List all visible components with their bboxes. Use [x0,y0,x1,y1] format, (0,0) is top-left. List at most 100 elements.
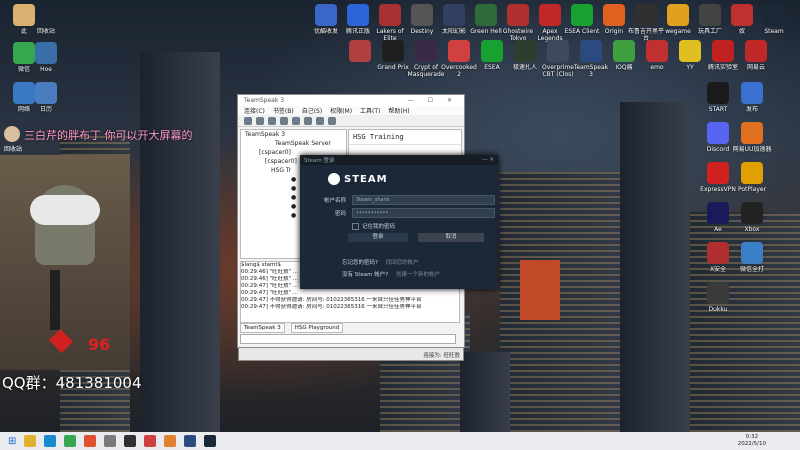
app-icon [707,282,729,304]
icon-label: 网易云 [746,64,765,71]
chat-username: 回收站 [4,146,23,153]
app-icon [507,4,529,26]
desktop-icon[interactable]: Hoe [26,42,66,80]
teamspeak-icon[interactable] [184,435,197,447]
dialog-title: Steam 登录 [304,158,335,164]
window-title-text: TeamSpeak 3 [244,97,285,104]
app-icon[interactable] [124,435,137,447]
desktop-icon[interactable]: 回收站 [26,4,66,42]
toolbar-button[interactable] [280,116,288,125]
connection-status: 连接为: 旺旺敖 [423,353,460,359]
menu-connect[interactable]: 连接(C) [244,106,265,115]
clock[interactable]: 0:32 2022/5/10 [738,434,766,448]
edge-icon[interactable] [44,435,57,447]
toolbar-button[interactable] [268,116,276,125]
chat-input[interactable] [240,334,456,344]
wechat-icon[interactable] [64,435,77,447]
clock-time: 0:32 [745,434,759,440]
tree-server[interactable]: TeamSpeak Server [241,139,346,148]
app-icon[interactable] [104,435,117,447]
desktop-icon[interactable]: 微信全打 [732,242,772,280]
desktop-icon[interactable]: Steam [754,4,794,42]
app-icon [315,4,337,26]
app-icon [475,4,497,26]
app-icon [745,40,767,62]
account-label: 帐户名称 [323,198,346,204]
toolbar-button[interactable] [304,116,312,125]
desktop-icon[interactable]: 网易云 [736,40,776,78]
app-icon [448,40,470,62]
windows-start-icon[interactable]: ⊞ [8,436,16,447]
menu-self[interactable]: 自己(S) [302,106,323,115]
chat-tabs: TeamSpeak 3 HSG Playground [240,323,344,333]
app-icon [707,162,729,184]
close-icon[interactable]: — ✕ [482,157,494,163]
icon-label: Dukku [708,306,728,313]
password-field[interactable]: ••••••••••• [352,208,495,218]
forgot-label: 忘记您的密码? [342,260,378,266]
avatar [4,126,20,142]
remember-label: 记住我的密码 [362,224,396,230]
file-explorer-icon[interactable] [24,435,37,447]
menu-permissions[interactable]: 权限(M) [330,106,352,115]
desktop-icon[interactable]: 网易UU加速器 [732,122,772,160]
app-icon [35,4,57,26]
menu-bookmarks[interactable]: 书签(B) [273,106,294,115]
login-button[interactable]: 登录 [348,233,408,242]
forgot-row: 忘记您的密码? 找回您的帐户 [342,258,419,266]
app-icon[interactable] [164,435,177,447]
desktop-icon[interactable]: Xbox [732,202,772,240]
menu-tools[interactable]: 工具(T) [360,106,380,115]
menu-help[interactable]: 帮助(H) [388,106,409,115]
app-icon [411,4,433,26]
desktop-icon[interactable]: Dukku [698,282,738,320]
password-label: 密码 [334,211,346,217]
window-controls[interactable]: — ☐ ✕ [408,97,458,104]
app-icon [699,4,721,26]
steam-icon[interactable] [204,435,217,447]
steam-logo-icon [328,173,340,185]
app-icon [731,4,753,26]
forgot-link[interactable]: 找回您的帐户 [386,260,419,266]
cancel-button[interactable]: 取消 [418,233,484,242]
remember-checkbox[interactable] [352,222,359,230]
desktop-icon[interactable]: 发布 [732,82,772,120]
desktop-icon[interactable]: 日历 [26,82,66,120]
icon-label: Xbox [744,226,760,233]
desktop-icon[interactable]: PotPlayer [732,162,772,200]
app-icon[interactable] [144,435,157,447]
app-icon[interactable] [84,435,97,447]
app-icon [547,40,569,62]
heart-icon [48,328,74,354]
tab-channel[interactable]: HSG Playground [290,323,344,333]
toolbar-button[interactable] [328,116,336,125]
app-icon [679,40,701,62]
microphone [50,270,60,330]
app-icon [481,40,503,62]
app-icon [613,40,635,62]
toolbar-button[interactable] [256,116,264,125]
signup-row: 没有 Steam 帐户? 创建一个新的帐户 [342,270,440,278]
account-row: 帐户名称 Steam_sharis [320,195,495,205]
tree-root[interactable]: TeamSpeak 3 [241,130,346,139]
icon-label: 微信全打 [739,266,764,273]
toolbar-button[interactable] [292,116,300,125]
app-icon [35,42,57,64]
no-account-label: 没有 Steam 帐户? [342,272,389,278]
create-account-link[interactable]: 创建一个新的帐户 [396,272,440,278]
app-icon [603,4,625,26]
app-icon [415,40,437,62]
app-icon [667,4,689,26]
toolbar-button[interactable] [244,116,252,125]
app-icon [382,40,404,62]
account-field[interactable]: Steam_sharis [352,195,495,205]
menu-bar: 连接(C) 书签(B) 自己(S) 权限(M) 工具(T) 帮助(H) [238,106,464,115]
icon-label: 网易UU加速器 [732,146,772,153]
qq-group-text: QQ群：481381004 [2,374,142,392]
steam-logo-text: STEAM [344,173,388,185]
remember-row: 记住我的密码 [352,222,395,230]
toolbar-button[interactable] [316,116,324,125]
icon-label: 日历 [39,106,52,113]
icon-label: 回收站 [36,28,55,35]
tab-server[interactable]: TeamSpeak 3 [240,323,285,333]
